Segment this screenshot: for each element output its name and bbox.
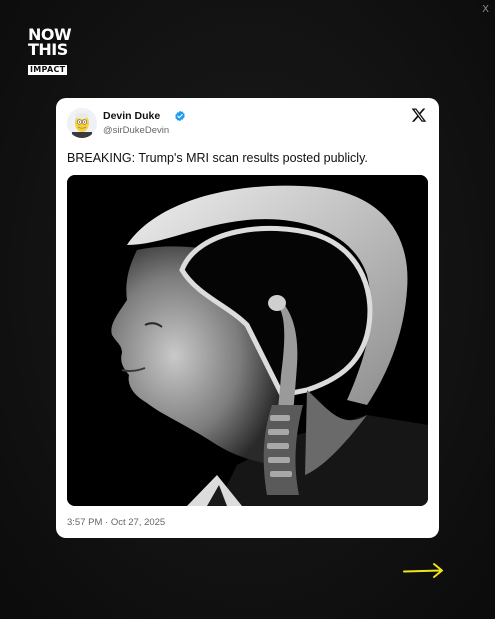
tweet-text: BREAKING: Trump's MRI scan results poste…: [67, 151, 368, 165]
mri-portrait-image: [67, 175, 428, 506]
arrow-right-icon[interactable]: [401, 560, 447, 582]
verified-badge-icon: [175, 110, 185, 122]
x-logo-icon[interactable]: [411, 107, 427, 123]
nowthis-impact-logo: NOW THIS IMPACT: [28, 27, 82, 76]
logo-line-this: THIS: [28, 40, 68, 59]
logo-line-impact: IMPACT: [28, 65, 68, 75]
tweet-media-image[interactable]: [67, 175, 428, 506]
tweet-card[interactable]: Devin Duke @sirDukeDevin BREAKING: Trump…: [56, 98, 439, 538]
tweet-timestamp[interactable]: 3:57 PM · Oct 27, 2025: [67, 517, 165, 528]
avatar[interactable]: [67, 108, 97, 138]
close-button[interactable]: X: [482, 4, 489, 15]
author-handle[interactable]: @sirDukeDevin: [103, 125, 169, 136]
author-name[interactable]: Devin Duke: [103, 110, 160, 122]
